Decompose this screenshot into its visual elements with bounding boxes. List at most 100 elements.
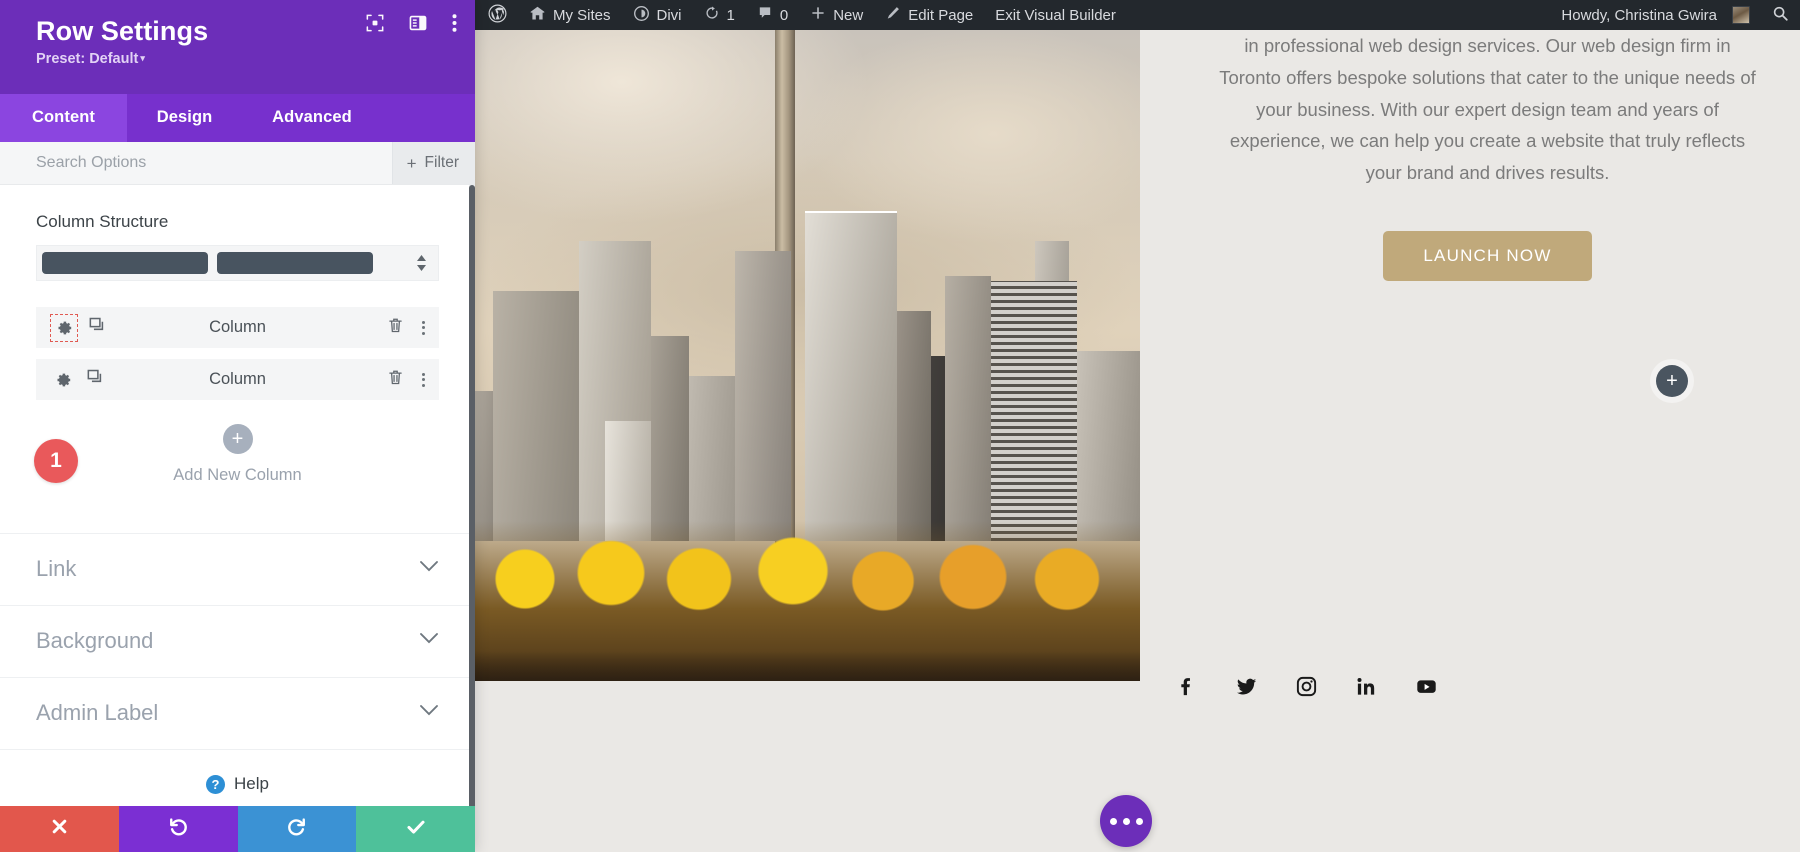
panel-scrollbar-thumb[interactable] bbox=[469, 185, 475, 806]
adminbar-new[interactable]: New bbox=[799, 0, 874, 30]
section-link[interactable]: Link bbox=[0, 534, 475, 606]
column-row-controls bbox=[387, 369, 427, 391]
divi-icon bbox=[633, 5, 650, 26]
preset-label: Preset: Default bbox=[36, 51, 138, 67]
help-icon: ? bbox=[206, 775, 225, 794]
status-badge: 1 bbox=[34, 439, 78, 483]
launch-now-button[interactable]: LAUNCH NOW bbox=[1383, 231, 1591, 281]
add-module-button[interactable]: + bbox=[1656, 365, 1688, 397]
column-structure-label: Column Structure bbox=[36, 212, 439, 232]
duplicate-icon[interactable] bbox=[88, 316, 106, 339]
adminbar-new-label: New bbox=[833, 7, 863, 24]
adminbar-howdy-label: Howdy, Christina Gwira bbox=[1561, 7, 1717, 24]
avatar bbox=[1732, 6, 1750, 24]
add-new-column[interactable]: + Add New Column bbox=[36, 424, 439, 485]
wp-admin-bar: My Sites Divi 1 0 New bbox=[475, 0, 1800, 30]
column-row-actions bbox=[50, 314, 106, 342]
tab-advanced[interactable]: Advanced bbox=[242, 94, 382, 142]
adminbar-my-sites[interactable]: My Sites bbox=[518, 0, 622, 30]
twitter-icon[interactable] bbox=[1235, 675, 1258, 698]
search-icon bbox=[1772, 5, 1789, 26]
search-input[interactable] bbox=[0, 142, 392, 184]
panel-scrollbar-track[interactable] bbox=[469, 185, 475, 806]
adminbar-exit-visual-builder[interactable]: Exit Visual Builder bbox=[984, 0, 1127, 30]
focus-target-icon[interactable] bbox=[366, 14, 384, 32]
page-content: in professional web design services. Our… bbox=[475, 30, 1800, 852]
help-link[interactable]: ? Help bbox=[0, 750, 475, 794]
preset-selector[interactable]: Preset: Default▾ bbox=[36, 51, 453, 67]
filter-label: Filter bbox=[425, 154, 459, 172]
column-row-actions bbox=[50, 367, 104, 393]
building bbox=[991, 281, 1077, 541]
instagram-icon[interactable] bbox=[1295, 675, 1318, 698]
tab-design[interactable]: Design bbox=[127, 94, 242, 142]
adminbar-account[interactable]: Howdy, Christina Gwira bbox=[1550, 0, 1761, 30]
screen: My Sites Divi 1 0 New bbox=[0, 0, 1800, 852]
section-admin-label[interactable]: Admin Label bbox=[0, 678, 475, 750]
trash-icon[interactable] bbox=[387, 369, 404, 391]
section-background[interactable]: Background bbox=[0, 606, 475, 678]
check-icon bbox=[405, 816, 427, 843]
building bbox=[897, 311, 931, 541]
plus-icon[interactable]: + bbox=[223, 424, 253, 454]
cancel-button[interactable] bbox=[0, 806, 119, 852]
building bbox=[651, 336, 689, 541]
youtube-icon[interactable] bbox=[1415, 675, 1438, 698]
adminbar-comments[interactable]: 0 bbox=[746, 0, 799, 30]
adminbar-wordpress-logo[interactable] bbox=[475, 0, 518, 30]
gear-icon[interactable] bbox=[50, 367, 76, 393]
adminbar-edit-page[interactable]: Edit Page bbox=[874, 0, 984, 30]
building bbox=[1077, 351, 1140, 541]
comments-icon bbox=[757, 5, 773, 25]
chevron-down-icon bbox=[419, 632, 439, 650]
tab-content[interactable]: Content bbox=[0, 94, 127, 142]
adminbar-search-button[interactable] bbox=[1761, 0, 1800, 30]
social-follow-module bbox=[1175, 675, 1438, 698]
column-structure-selector[interactable] bbox=[36, 245, 439, 281]
body-paragraph: in professional web design services. Our… bbox=[1213, 30, 1763, 189]
hero-image bbox=[475, 30, 1140, 681]
text-module: in professional web design services. Our… bbox=[1175, 30, 1800, 281]
gear-icon[interactable] bbox=[50, 314, 78, 342]
building bbox=[805, 211, 897, 541]
pencil-icon bbox=[885, 5, 901, 25]
plus-icon: + bbox=[407, 155, 417, 172]
structure-stepper[interactable] bbox=[408, 255, 434, 271]
dot bbox=[422, 378, 425, 381]
trash-icon[interactable] bbox=[387, 317, 404, 339]
list-item[interactable]: Column bbox=[36, 307, 439, 348]
dot bbox=[1110, 818, 1117, 825]
chevron-down-icon: ▾ bbox=[140, 53, 145, 63]
building bbox=[945, 276, 991, 541]
vertical-dots-icon[interactable] bbox=[452, 13, 457, 33]
undo-button[interactable] bbox=[119, 806, 238, 852]
dot bbox=[422, 373, 425, 376]
save-button[interactable] bbox=[356, 806, 475, 852]
section-admin-label-label: Admin Label bbox=[36, 700, 158, 726]
updates-icon bbox=[704, 5, 720, 25]
vertical-dots-icon[interactable] bbox=[420, 319, 427, 337]
sites-icon bbox=[529, 5, 546, 26]
adminbar-comments-count: 0 bbox=[780, 7, 788, 24]
panel-body: Column Structure bbox=[0, 185, 475, 806]
facebook-icon[interactable] bbox=[1175, 675, 1198, 698]
list-item[interactable]: Column bbox=[36, 359, 439, 400]
dot bbox=[1136, 818, 1143, 825]
adminbar-updates-count: 1 bbox=[727, 7, 735, 24]
linkedin-icon[interactable] bbox=[1355, 675, 1378, 698]
duplicate-icon[interactable] bbox=[86, 368, 104, 391]
vertical-dots-icon[interactable] bbox=[420, 371, 427, 389]
panel-action-bar bbox=[0, 806, 475, 852]
image-bottom-shade bbox=[475, 651, 1140, 681]
adminbar-divi-label: Divi bbox=[657, 7, 682, 24]
dot bbox=[422, 321, 425, 324]
dot bbox=[422, 384, 425, 387]
redo-button[interactable] bbox=[238, 806, 357, 852]
adminbar-divi[interactable]: Divi bbox=[622, 0, 693, 30]
layout-panel-icon[interactable] bbox=[409, 14, 427, 32]
panel-header: Row Settings Preset: Default▾ bbox=[0, 0, 475, 94]
panel-header-icons bbox=[366, 13, 457, 33]
filter-button[interactable]: + Filter bbox=[392, 142, 475, 184]
more-options-fab[interactable] bbox=[1100, 795, 1152, 847]
adminbar-updates[interactable]: 1 bbox=[693, 0, 746, 30]
